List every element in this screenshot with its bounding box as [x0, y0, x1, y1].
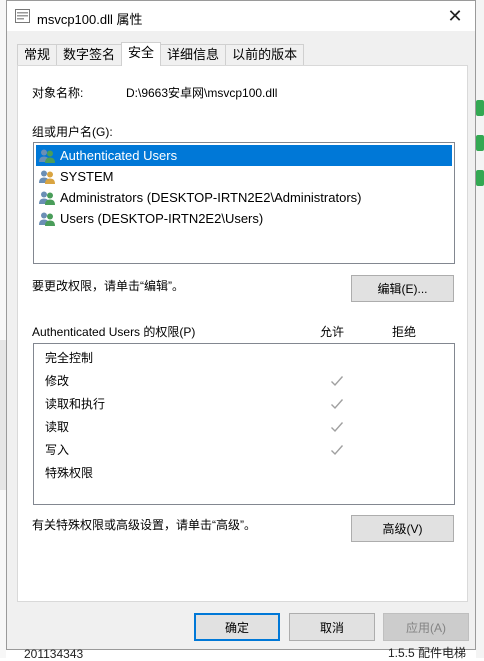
title-bar: msvcp100.dll 属性 ✕	[7, 1, 475, 31]
background-accent	[476, 135, 484, 151]
user-list-item-administrators[interactable]: Administrators (DESKTOP-IRTN2E2\Administ…	[36, 187, 363, 208]
allow-column-header: 允许	[320, 325, 345, 339]
file-icon	[15, 9, 30, 23]
user-list[interactable]: Authenticated Users SYSTEM Administrator…	[33, 142, 455, 264]
tab-security[interactable]: 安全	[121, 42, 162, 66]
user-name: Administrators (DESKTOP-IRTN2E2\Administ…	[60, 190, 362, 205]
edit-button[interactable]: 编辑(E)...	[351, 275, 454, 302]
apply-button[interactable]: 应用(A)	[383, 613, 469, 641]
object-name-label: 对象名称:	[32, 86, 84, 100]
user-list-item-users[interactable]: Users (DESKTOP-IRTN2E2\Users)	[36, 208, 265, 229]
tab-digital-signatures[interactable]: 数字签名	[56, 44, 123, 66]
tab-bar: 常规 数字签名 安全 详细信息 以前的版本	[17, 42, 305, 66]
user-list-item-system[interactable]: SYSTEM	[36, 166, 115, 187]
allow-check-icon	[331, 399, 344, 410]
group-or-user-label: 组或用户名(G):	[32, 125, 113, 139]
object-name-value: D:\9663安卓网\msvcp100.dll	[126, 86, 278, 100]
user-name: Users (DESKTOP-IRTN2E2\Users)	[60, 211, 264, 226]
window-title: msvcp100.dll 属性	[37, 12, 143, 27]
permission-read-execute: 读取和执行	[45, 397, 106, 411]
user-name: SYSTEM	[60, 169, 114, 184]
permissions-title: Authenticated Users 的权限(P)	[32, 325, 196, 339]
security-panel: 对象名称: D:\9663安卓网\msvcp100.dll 组或用户名(G): …	[17, 65, 468, 602]
properties-dialog: msvcp100.dll 属性 ✕ 常规 数字签名 安全 详细信息 以前的版本 …	[6, 0, 476, 650]
change-permissions-hint: 要更改权限，请单击“编辑”。	[32, 279, 184, 293]
background-accent	[476, 100, 484, 116]
background-window-strip-right	[476, 0, 484, 658]
close-icon: ✕	[447, 5, 463, 26]
cancel-button[interactable]: 取消	[289, 613, 375, 641]
user-list-item-authenticated-users[interactable]: Authenticated Users	[36, 145, 452, 166]
advanced-settings-hint: 有关特殊权限或高级设置，请单击“高级”。	[32, 518, 256, 532]
users-group-icon	[39, 170, 55, 184]
tab-previous-versions[interactable]: 以前的版本	[225, 44, 305, 66]
users-group-icon	[39, 191, 55, 205]
users-group-icon	[39, 149, 55, 163]
background-window-text: 1.5.5 配件电梯	[388, 646, 467, 660]
advanced-button[interactable]: 高级(V)	[351, 515, 454, 542]
allow-check-icon	[331, 445, 344, 456]
user-name: Authenticated Users	[58, 146, 180, 165]
close-button[interactable]: ✕	[435, 1, 475, 31]
background-accent	[476, 170, 484, 186]
background-window-text: 201134343	[24, 647, 84, 661]
permission-read: 读取	[45, 420, 70, 434]
permission-full-control: 完全控制	[45, 351, 94, 365]
allow-check-icon	[331, 376, 344, 387]
tab-general[interactable]: 常规	[17, 44, 58, 66]
allow-check-icon	[331, 422, 344, 433]
deny-column-header: 拒绝	[392, 325, 417, 339]
users-group-icon	[39, 212, 55, 226]
permissions-list[interactable]: 完全控制 修改 读取和执行 读取 写入 特殊权限	[33, 343, 455, 505]
tab-details[interactable]: 详细信息	[160, 44, 227, 66]
ok-button[interactable]: 确定	[194, 613, 280, 641]
permission-special: 特殊权限	[45, 466, 94, 480]
permission-modify: 修改	[45, 374, 70, 388]
permission-write: 写入	[45, 443, 70, 457]
